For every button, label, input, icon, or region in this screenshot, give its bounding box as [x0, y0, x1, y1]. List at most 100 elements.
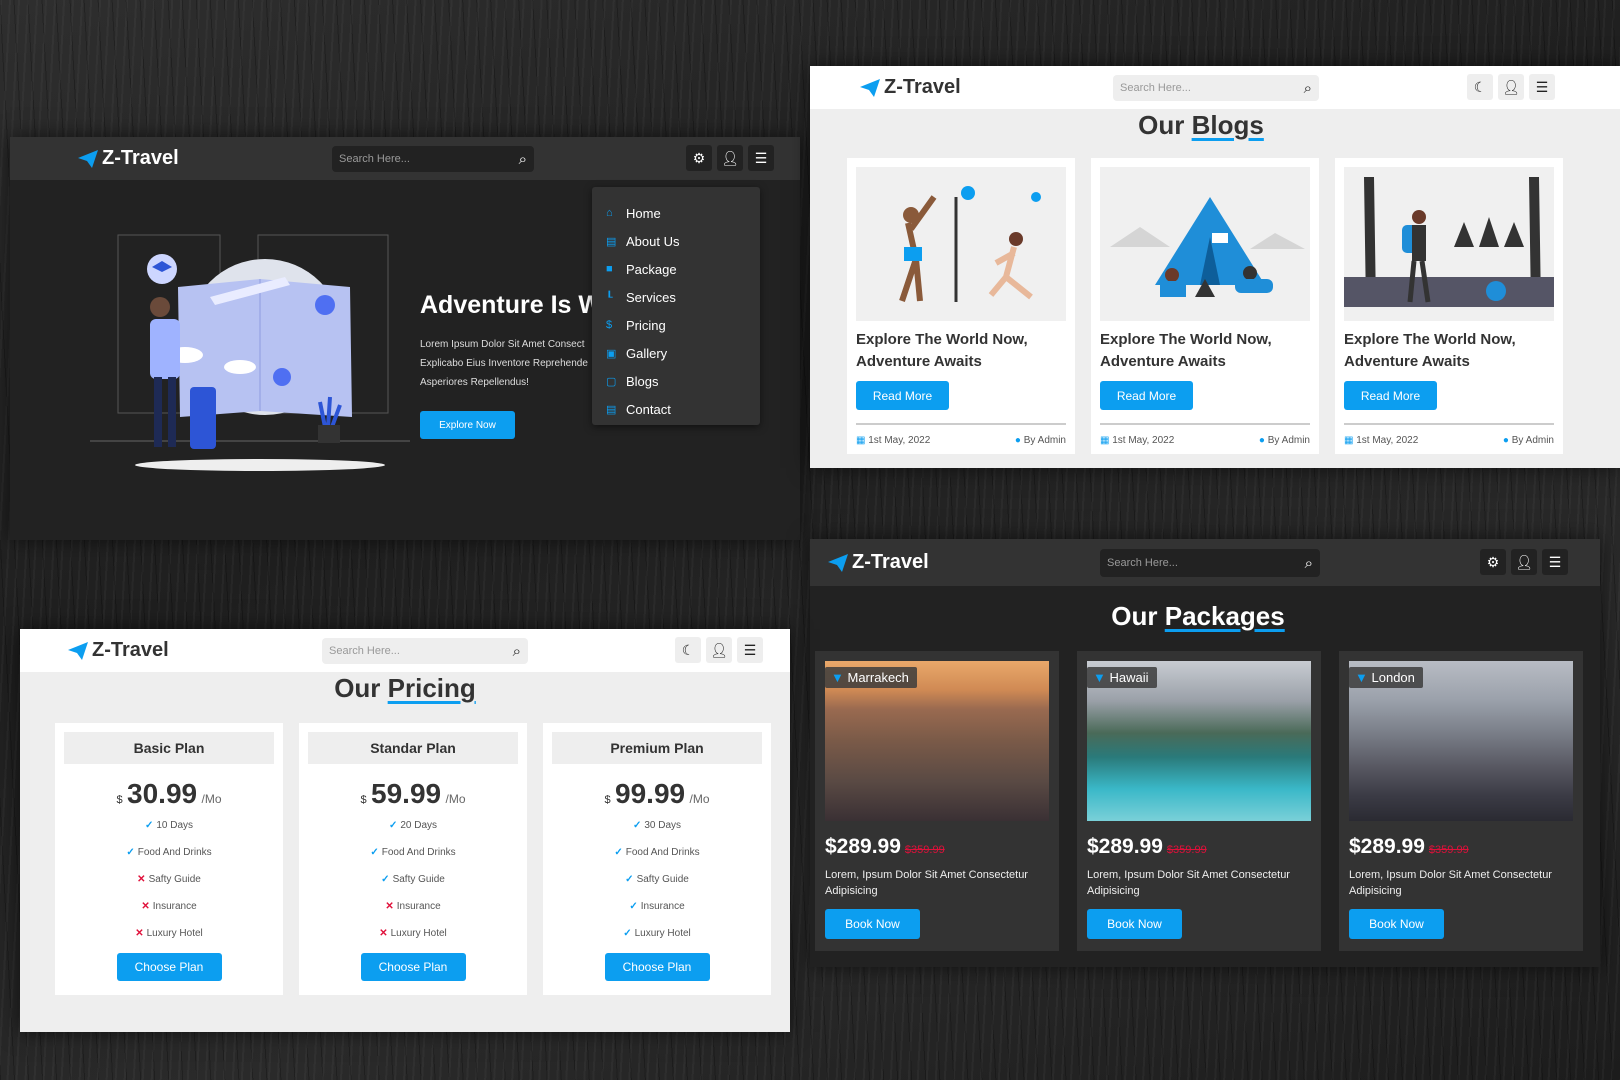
user-icon[interactable]: 👤︎	[717, 145, 743, 171]
blog-author: ● By Admin	[1015, 435, 1066, 446]
currency-symbol: $	[116, 794, 123, 806]
search-bar[interactable]: Search Here... ⌕	[1113, 75, 1319, 101]
user-icon[interactable]: 👤︎	[1498, 74, 1524, 100]
menu-item-services[interactable]: ┖ Services	[606, 283, 760, 311]
menu-icon[interactable]: ☰	[737, 637, 763, 663]
nav-dropdown-menu: ⌂ Home ▤ About Us ■ Package ┖ Services $ Pric…	[592, 187, 760, 425]
user-icon: ●	[1258, 435, 1265, 446]
blog-icon: ▢	[606, 375, 617, 388]
brand-logo[interactable]: Z-Travel	[828, 551, 929, 574]
package-price: $289.99 $359.99	[825, 835, 1049, 859]
moon-theme-icon[interactable]: ☾	[675, 637, 701, 663]
feature-item: ✕ Luxury Hotel	[64, 920, 274, 947]
search-input[interactable]: Search Here...	[339, 153, 519, 165]
feature-list: ✓ 30 Days ✓ Food And Drinks ✓ Safty Guide ✓…	[552, 812, 762, 947]
header: Z-Travel Search Here... ⌕ ☾ 👤︎ ☰	[810, 66, 1620, 109]
price-old: $359.99	[1166, 844, 1207, 856]
section-title-part-2: Blogs	[1191, 110, 1264, 140]
chart-icon: ┖	[606, 291, 613, 304]
moon-theme-icon[interactable]: ☾	[1467, 74, 1493, 100]
menu-item-blogs[interactable]: ▢ Blogs	[606, 367, 760, 395]
sun-theme-icon[interactable]: ⚙	[1480, 549, 1506, 575]
blog-meta: ▦ 1st May, 2022 ● By Admin	[856, 423, 1066, 446]
menu-item-pricing[interactable]: $ Pricing	[606, 311, 760, 339]
book-now-button[interactable]: Book Now	[1349, 909, 1444, 939]
menu-item-label: About Us	[626, 233, 680, 249]
packages-panel: Z-Travel Search Here... ⌕ ⚙ 👤︎ ☰ Our Pac…	[810, 539, 1600, 967]
package-image: ▼ Hawaii	[1087, 661, 1311, 821]
feature-label: Food And Drinks	[137, 847, 212, 858]
search-icon[interactable]: ⌕	[513, 643, 521, 660]
menu-icon[interactable]: ☰	[748, 145, 774, 171]
header-icons: ⚙ 👤︎ ☰	[686, 145, 774, 171]
pricing-panel: Z-Travel Search Here... ⌕ ☾ 👤︎ ☰ Our Pri…	[20, 629, 790, 1032]
book-now-button[interactable]: Book Now	[825, 909, 920, 939]
menu-item-label: Blogs	[626, 373, 659, 389]
location-name: Marrakech	[847, 670, 909, 685]
menu-item-label: Gallery	[626, 345, 668, 361]
brand-name: Z-Travel	[102, 147, 179, 169]
plan-name: Premium Plan	[552, 732, 762, 764]
book-now-button[interactable]: Book Now	[1087, 909, 1182, 939]
currency-symbol: $	[604, 794, 611, 806]
location-tag: ▼ Hawaii	[1087, 667, 1157, 688]
menu-icon[interactable]: ☰	[1542, 549, 1568, 575]
blog-meta: ▦ 1st May, 2022 ● By Admin	[1344, 423, 1554, 446]
pricing-card: Standar Plan $ 59.99 /Mo ✓ 20 Days ✓ Food …	[299, 723, 527, 995]
blog-date: ▦ 1st May, 2022	[1100, 435, 1174, 446]
read-more-button[interactable]: Read More	[1100, 381, 1193, 410]
section-title-part-1: Our	[334, 673, 381, 703]
menu-item-label: Contact	[626, 401, 671, 417]
menu-item-contact[interactable]: ▤ Contact	[606, 395, 760, 423]
feature-item: ✓ 20 Days	[308, 812, 518, 839]
menu-item-about-us[interactable]: ▤ About Us	[606, 227, 760, 255]
search-icon[interactable]: ⌕	[1305, 555, 1313, 572]
read-more-button[interactable]: Read More	[856, 381, 949, 410]
price-period: /Mo	[689, 792, 710, 806]
search-icon[interactable]: ⌕	[519, 151, 527, 168]
search-bar[interactable]: Search Here... ⌕	[332, 146, 534, 172]
user-icon: ●	[1502, 435, 1509, 446]
search-bar[interactable]: Search Here... ⌕	[322, 638, 528, 664]
search-icon[interactable]: ⌕	[1304, 80, 1312, 97]
package-price: $289.99 $359.99	[1087, 835, 1311, 859]
brand-logo[interactable]: Z-Travel	[860, 76, 961, 99]
search-input[interactable]: Search Here...	[329, 645, 513, 657]
menu-item-gallery[interactable]: ▣ Gallery	[606, 339, 760, 367]
feature-item: ✓ Insurance	[552, 893, 762, 920]
package-description: Lorem, Ipsum Dolor Sit Amet Consectetur …	[825, 869, 1028, 897]
location-tag: ▼ London	[1349, 667, 1423, 688]
check-icon: ✓	[625, 874, 634, 885]
feature-item: ✕ Luxury Hotel	[308, 920, 518, 947]
brand-logo[interactable]: Z-Travel	[78, 147, 179, 170]
header: Z-Travel Search Here... ⌕ ⚙ 👤︎ ☰	[10, 137, 800, 180]
explore-now-button[interactable]: Explore Now	[420, 411, 515, 439]
header: Z-Travel Search Here... ⌕ ⚙ 👤︎ ☰	[810, 539, 1600, 586]
feature-list: ✓ 10 Days ✓ Food And Drinks ✕ Safty Guide ✕…	[64, 812, 274, 947]
user-icon[interactable]: 👤︎	[1511, 549, 1537, 575]
choose-plan-button[interactable]: Choose Plan	[116, 953, 222, 981]
brand-logo[interactable]: Z-Travel	[68, 639, 169, 662]
currency-symbol: $	[360, 794, 367, 806]
button-wrap: Choose Plan	[64, 953, 274, 981]
check-icon: ✓	[614, 847, 623, 858]
blog-author-text: By Admin	[1023, 435, 1066, 446]
feature-label: Insurance	[152, 901, 197, 912]
calendar-icon: ▦	[1344, 435, 1354, 446]
feature-label: Safty Guide	[392, 874, 445, 885]
sun-theme-icon[interactable]: ⚙	[686, 145, 712, 171]
choose-plan-button[interactable]: Choose Plan	[360, 953, 466, 981]
menu-item-package[interactable]: ■ Package	[606, 255, 760, 283]
menu-item-home[interactable]: ⌂ Home	[606, 199, 760, 227]
check-icon: ✓	[370, 847, 379, 858]
read-more-button[interactable]: Read More	[1344, 381, 1437, 410]
blog-image	[1100, 167, 1310, 321]
choose-plan-button[interactable]: Choose Plan	[604, 953, 710, 981]
search-bar[interactable]: Search Here... ⌕	[1100, 549, 1320, 577]
user-icon[interactable]: 👤︎	[706, 637, 732, 663]
search-input[interactable]: Search Here...	[1107, 557, 1305, 569]
header: Z-Travel Search Here... ⌕ ☾ 👤︎ ☰	[20, 629, 790, 672]
search-input[interactable]: Search Here...	[1120, 82, 1304, 94]
blog-date: ▦ 1st May, 2022	[1344, 435, 1418, 446]
menu-icon[interactable]: ☰	[1529, 74, 1555, 100]
